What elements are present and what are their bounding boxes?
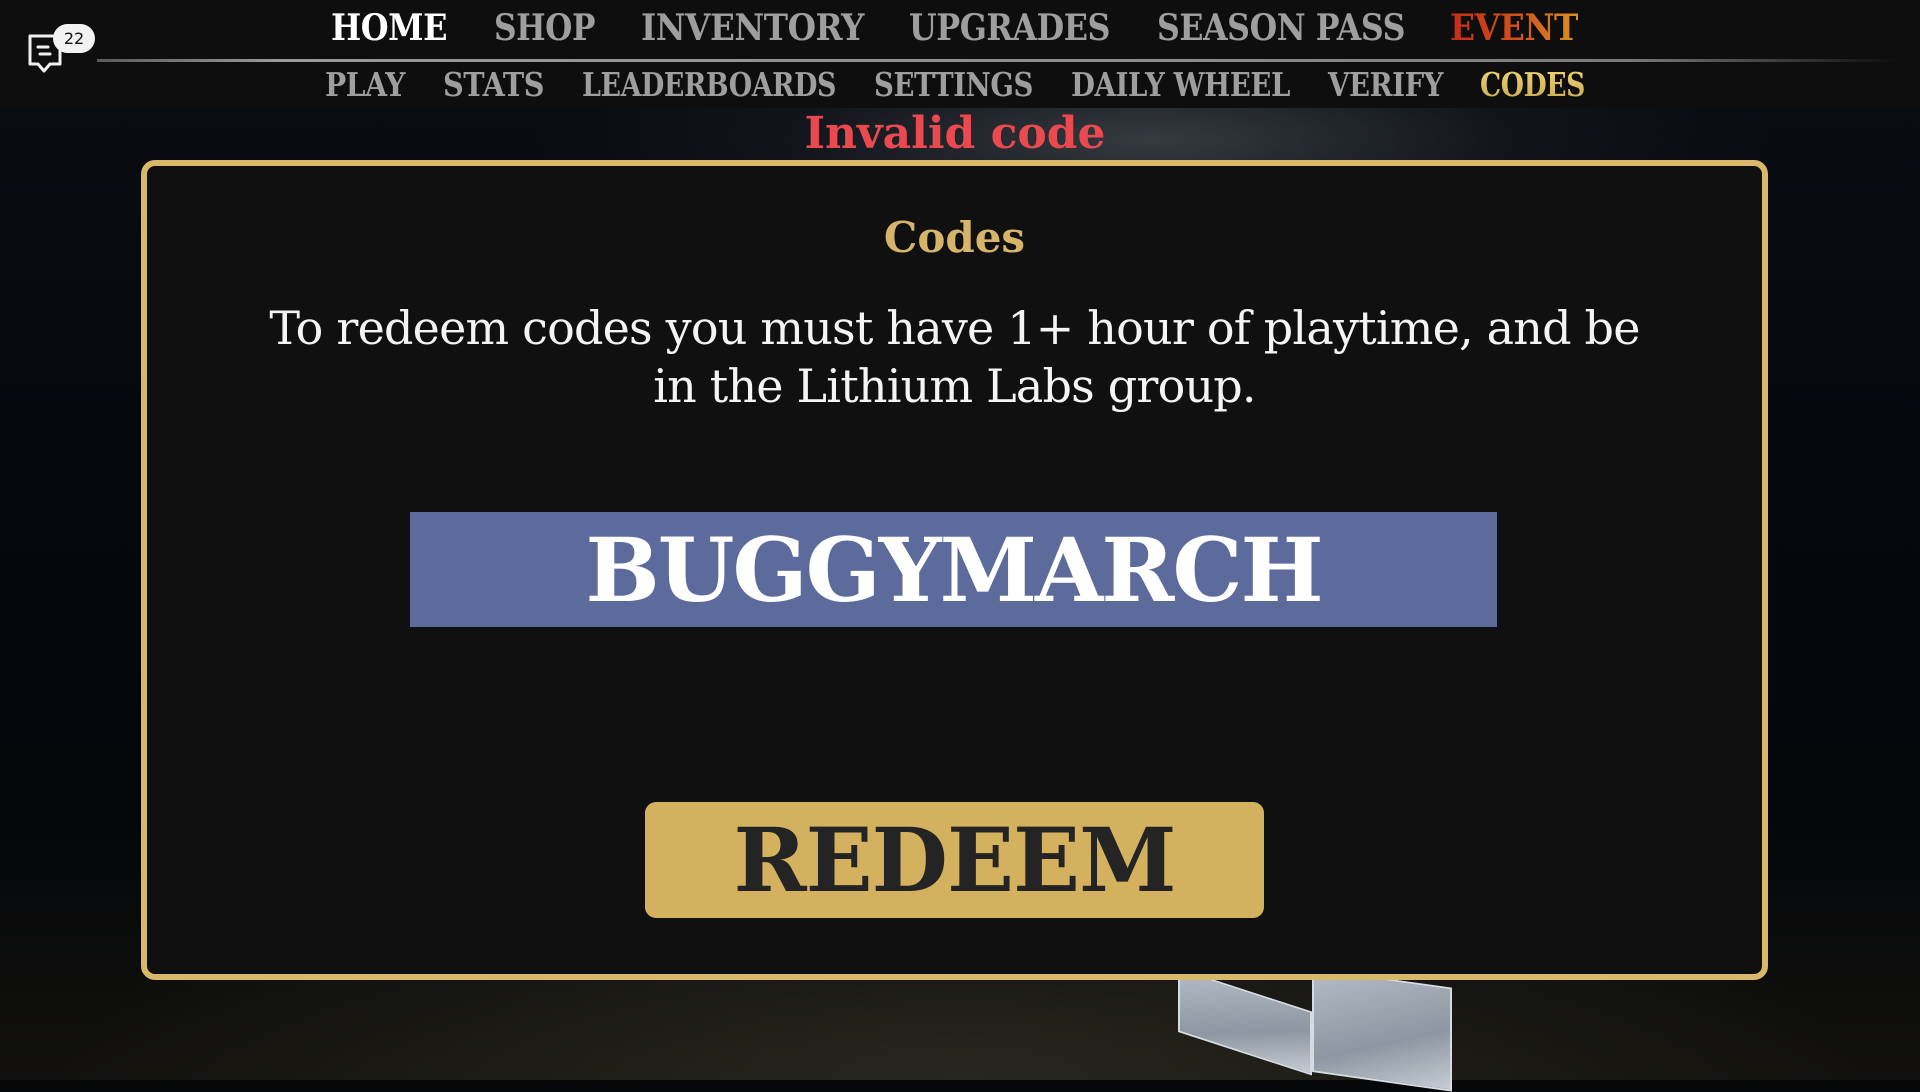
subtab-settings[interactable]: SETTINGS xyxy=(874,64,1033,106)
top-navigation-bar: 22 HOME SHOP INVENTORY UPGRADES SEASON P… xyxy=(0,0,1920,108)
subtab-stats[interactable]: STATS xyxy=(443,64,544,106)
error-message: Invalid code xyxy=(804,108,1106,159)
subtab-verify[interactable]: VERIFY xyxy=(1328,64,1443,106)
tab-home[interactable]: HOME xyxy=(331,6,447,50)
unread-count-badge: 22 xyxy=(53,24,95,53)
tab-season-pass[interactable]: SEASON PASS xyxy=(1157,6,1405,50)
character-right-foot xyxy=(1312,968,1452,1092)
subtab-play[interactable]: PLAY xyxy=(325,64,405,106)
subtab-codes[interactable]: CODES xyxy=(1480,64,1585,106)
code-input[interactable] xyxy=(410,512,1497,627)
subtab-leaderboards[interactable]: LEADERBOARDS xyxy=(582,64,836,106)
character-left-foot xyxy=(1178,968,1312,1076)
tab-event[interactable]: EVENT xyxy=(1450,6,1578,50)
redeem-button[interactable]: REDEEM xyxy=(645,802,1264,918)
tab-shop[interactable]: SHOP xyxy=(494,6,595,50)
nav-divider xyxy=(97,59,1897,62)
codes-panel: Codes To redeem codes you must have 1+ h… xyxy=(141,160,1768,980)
subtab-daily-wheel[interactable]: DAILY WHEEL xyxy=(1071,64,1290,106)
tab-inventory[interactable]: INVENTORY xyxy=(641,6,864,50)
panel-title: Codes xyxy=(883,213,1026,262)
tab-upgrades[interactable]: UPGRADES xyxy=(909,6,1110,50)
panel-description: To redeem codes you must have 1+ hour of… xyxy=(269,301,1640,413)
